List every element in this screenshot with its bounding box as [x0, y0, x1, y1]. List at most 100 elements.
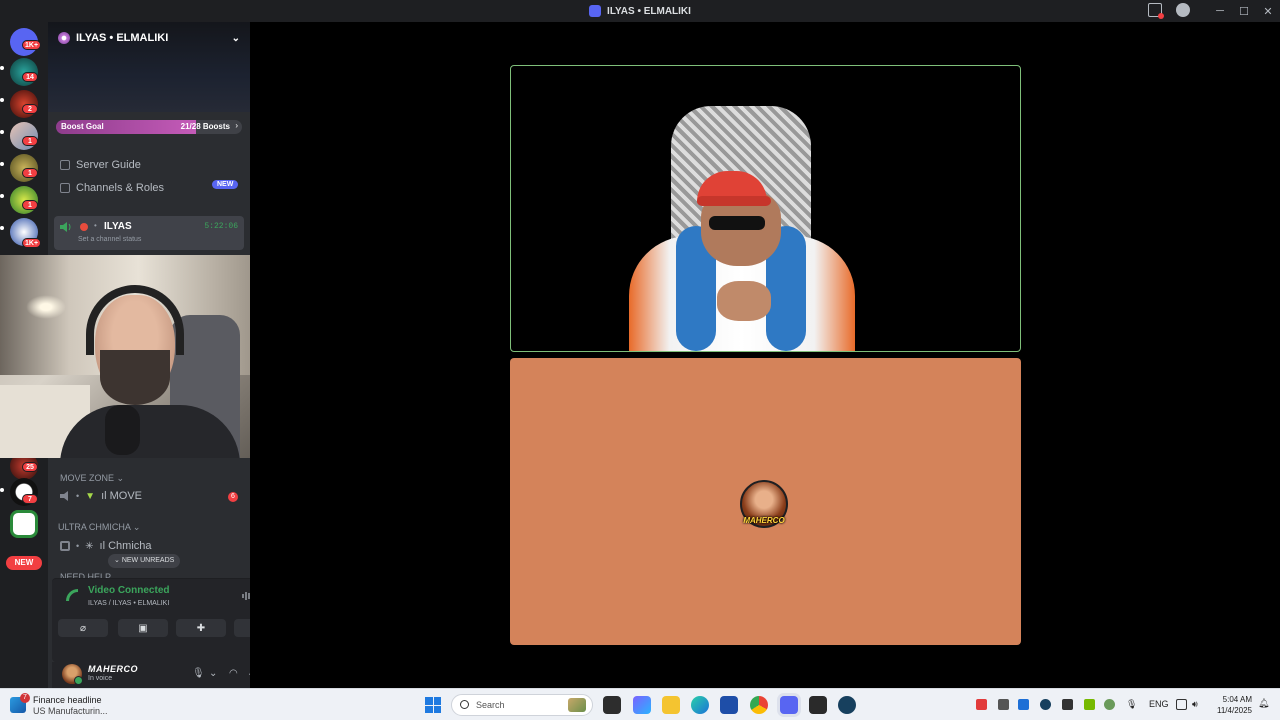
list-icon: [60, 183, 70, 193]
username[interactable]: MAHERCO: [88, 664, 138, 674]
new-badge: NEW: [212, 180, 239, 189]
taskbar-clock[interactable]: 5:04 AM 11/4/2025: [1217, 694, 1252, 716]
taskbar: 7 Finance headline US Manufacturin... Se…: [0, 688, 1280, 720]
active-voice-channel[interactable]: • ILYAS 5:22:06 Set a channel status: [54, 216, 244, 250]
camera-off-icon: ⌀: [79, 622, 87, 634]
tray-app-icon[interactable]: [1018, 699, 1029, 710]
video-cap-brim: [697, 196, 771, 206]
rail-badge: 1K+: [22, 238, 42, 248]
chevron-down-icon[interactable]: ⌄: [209, 668, 217, 679]
voice-channel-move[interactable]: • ▼ ıl MOVE: [60, 490, 142, 502]
activities-button[interactable]: ✚: [176, 619, 226, 637]
inbox-icon[interactable]: [1148, 3, 1164, 19]
lock-icon: [60, 541, 70, 551]
copilot-icon[interactable]: [633, 696, 651, 714]
volume-icon[interactable]: 🔊︎: [1192, 699, 1198, 710]
network-icon[interactable]: [1176, 699, 1187, 710]
rail-badge: 1: [22, 168, 38, 178]
help-icon[interactable]: [1176, 3, 1190, 17]
chevron-down-icon: ⌄: [231, 32, 240, 44]
soundboard-wave-icon[interactable]: [242, 591, 250, 601]
channels-roles-item[interactable]: Channels & Roles: [60, 179, 164, 197]
new-unreads-label: NEW UNREADS: [121, 557, 175, 564]
channel-status[interactable]: Set a channel status: [78, 236, 141, 243]
tray-app-icon[interactable]: [976, 699, 987, 710]
boost-goal-bar[interactable]: Boost Goal 21/28 Boosts ›: [56, 120, 242, 134]
voice-location[interactable]: ILYAS / ILYAS • ELMALIKI: [88, 600, 169, 607]
trophy-icon: ▼: [85, 490, 96, 502]
tray-app-icon[interactable]: [1062, 699, 1073, 710]
notification-bell-icon[interactable]: 🔔︎: [1258, 698, 1269, 709]
edge-browser-icon[interactable]: [691, 696, 709, 714]
server-icon[interactable]: [10, 510, 38, 538]
webcam-light: [26, 295, 66, 319]
minimize-button[interactable]: ─: [1208, 5, 1232, 17]
headphones-icon[interactable]: ◠: [229, 668, 238, 679]
discord-icon[interactable]: [780, 696, 798, 714]
user-panel: MAHERCO In voice 🎙︎ ⌄ ◠ ⌄ ⚙: [52, 662, 250, 688]
separator-dot: •: [76, 541, 80, 551]
voice-channel-chmicha[interactable]: • ✳ ıl Chmicha: [60, 540, 152, 552]
category-label: MOVE ZONE: [60, 473, 115, 483]
server-flower-icon: [58, 32, 70, 44]
chrome-icon[interactable]: [750, 696, 768, 714]
window-title: ILYAS • ELMALIKI: [589, 5, 691, 17]
webcam-overlay: [0, 255, 277, 458]
new-servers-badge[interactable]: NEW: [6, 556, 42, 570]
category-move-zone[interactable]: MOVE ZONE ⌄: [60, 473, 124, 484]
avatar[interactable]: [62, 664, 83, 685]
tray-microphone-icon[interactable]: 🎙︎: [1126, 699, 1137, 710]
tray-steam-icon[interactable]: [1040, 699, 1051, 710]
tray-nvidia-icon[interactable]: [1084, 699, 1095, 710]
taskbar-search[interactable]: Search: [451, 694, 593, 716]
signal-icon[interactable]: [66, 589, 78, 601]
channel-timer: 5:22:06: [204, 222, 238, 231]
server-guide-label: Server Guide: [76, 159, 141, 171]
news-count-badge: 7: [20, 693, 30, 703]
server-header[interactable]: ILYAS • ELMALIKI ⌄: [58, 32, 240, 44]
file-explorer-icon[interactable]: [662, 696, 680, 714]
unread-pill: [0, 130, 4, 134]
tray-app-icon[interactable]: [1104, 699, 1115, 710]
task-view-icon[interactable]: [603, 696, 621, 714]
signpost-icon: [60, 160, 70, 170]
windows-start-icon[interactable]: [425, 697, 441, 713]
tray-app-icon[interactable]: [998, 699, 1009, 710]
toggle-camera-button[interactable]: ⌀: [58, 619, 108, 637]
video-person-hands: [717, 281, 771, 321]
store-icon[interactable]: [720, 696, 738, 714]
server-guide-item[interactable]: Server Guide: [60, 156, 141, 174]
rail-badge: 2: [22, 104, 38, 114]
app-icon: [589, 5, 602, 17]
steam-icon[interactable]: [838, 696, 856, 714]
separator-dot: •: [94, 221, 97, 230]
webcam-microphone: [105, 405, 140, 455]
chevron-down-icon: ⌄: [114, 557, 122, 564]
share-screen-button[interactable]: ▣: [118, 619, 168, 637]
video-tile-avatar[interactable]: MAHERCO: [510, 358, 1021, 645]
rail-badge: 1: [22, 136, 38, 146]
unread-pill: [0, 488, 4, 492]
unread-pill: [0, 194, 4, 198]
webcam-person-beard: [100, 350, 170, 405]
soundboard-button[interactable]: ✺: [234, 619, 250, 637]
close-button[interactable]: ✕: [1256, 5, 1280, 18]
microphone-icon[interactable]: 🎙︎: [192, 668, 205, 679]
channel-name: ıl MOVE: [101, 490, 143, 502]
voice-status[interactable]: Video Connected: [88, 585, 170, 596]
channels-roles-label: Channels & Roles: [76, 182, 165, 194]
unread-pill: [0, 226, 4, 230]
new-unreads-button[interactable]: ⌄ NEW UNREADS: [108, 554, 181, 568]
epic-games-icon[interactable]: [809, 696, 827, 714]
activities-icon: ✚: [196, 622, 206, 634]
category-ultra-chmicha[interactable]: ULTRA CHMICHA ⌄: [58, 522, 140, 533]
channel-name: ıl Chmicha: [99, 540, 152, 552]
rail-badge: 1K+: [22, 40, 42, 50]
unread-pill: [0, 66, 4, 70]
participant-avatar-label: MAHERCO: [743, 516, 785, 525]
language-indicator[interactable]: ENG: [1149, 699, 1169, 709]
maximize-button[interactable]: ☐: [1232, 5, 1256, 18]
video-tile-speaking[interactable]: [510, 65, 1021, 352]
window-controls: ─ ☐ ✕: [1208, 0, 1280, 22]
server-name: ILYAS • ELMALIKI: [76, 32, 169, 44]
